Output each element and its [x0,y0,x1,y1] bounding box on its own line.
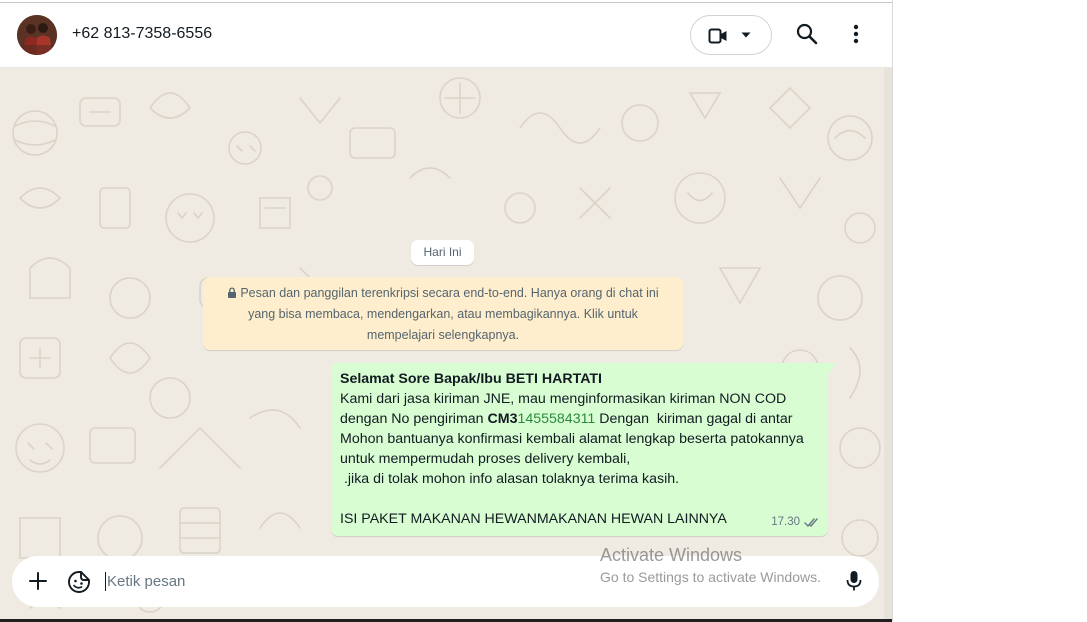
message-line: Kami dari jasa kiriman JNE, mau menginfo… [340,391,787,407]
date-chip: Hari Ini [411,240,474,265]
message-greeting: Selamat Sore Bapak/Ibu BETI HARTATI [340,371,602,387]
tracking-prefix: CM3 [487,411,518,427]
sticker-icon [68,571,90,593]
chat-scrollbar[interactable] [884,68,892,622]
text-cursor [105,572,106,591]
encryption-notice[interactable]: Pesan dan panggilan terenkripsi secara e… [203,277,683,350]
contact-name[interactable]: +62 813-7358-6556 [72,25,212,43]
outgoing-message[interactable]: Selamat Sore Bapak/Ibu BETI HARTATI Kami… [331,363,836,536]
message-line: dengan No pengiriman CM31455584311 Denga… [340,409,819,429]
header-top-border [0,2,892,3]
more-options-button[interactable] [846,23,866,50]
chat-header: +62 813-7358-6556 [0,0,892,68]
search-button[interactable] [796,23,818,50]
more-options-icon [853,24,859,44]
chat-area[interactable]: Hari Ini Pesan dan panggilan terenkripsi… [0,68,892,622]
voice-message-button[interactable] [846,570,862,597]
whatsapp-chat-window: +62 813-7358-6556 Hari Ini Pesan dan pan… [0,0,893,622]
watermark-title: Activate Windows [600,545,743,565]
tracking-number-link[interactable]: 1455584311 [517,411,595,427]
activate-windows-watermark: Activate Windows Go to Settings to activ… [600,545,821,587]
encryption-notice-text: Pesan dan panggilan terenkripsi secara e… [240,286,659,342]
bubble-tail [828,363,836,374]
message-time: 17.30 [771,516,800,528]
message-line: Mohon bantuanya konfirmasi kembali alama… [340,431,804,447]
message-text: Dengan kiriman gagal di antar [595,411,793,427]
lock-icon [228,287,237,298]
message-text: dengan No pengiriman [340,411,488,427]
plus-icon [29,572,47,590]
mic-icon [846,571,862,591]
double-check-icon [804,517,818,527]
message-meta: 17.30 [771,512,820,532]
sticker-button[interactable] [67,570,91,599]
message-line: .jika di tolak mohon info alasan tolakny… [340,471,680,487]
chevron-down-icon [741,32,751,38]
attach-button[interactable] [28,571,48,596]
message-line: ISI PAKET MAKANAN HEWANMAKANAN HEWAN LAI… [340,511,727,527]
video-call-button[interactable] [690,15,772,55]
message-line: untuk mempermudah proses delivery kembal… [340,451,631,467]
avatar[interactable] [17,15,57,55]
watermark-subtitle: Go to Settings to activate Windows. [600,569,821,585]
video-call-icon [708,28,727,44]
search-icon [796,23,818,45]
